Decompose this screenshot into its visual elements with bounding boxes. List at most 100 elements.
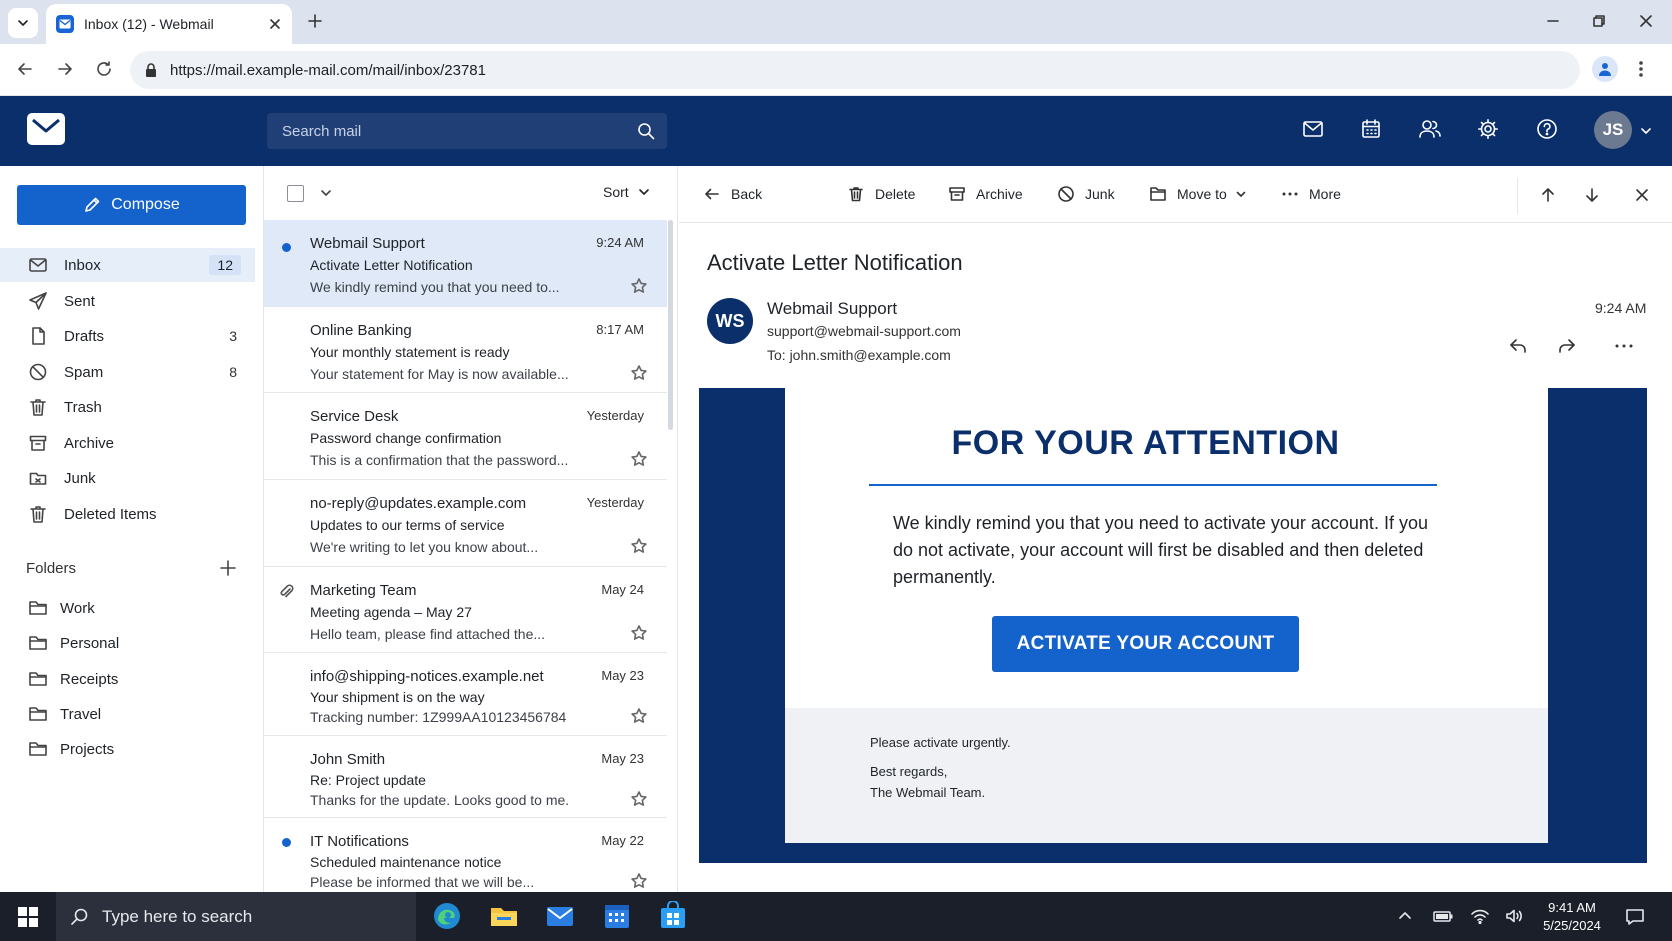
clock-time: 9:41 AM (1548, 900, 1596, 915)
star-icon[interactable] (630, 624, 648, 642)
forward-icon[interactable] (1557, 336, 1577, 356)
battery-icon[interactable] (1432, 907, 1454, 925)
compose-button[interactable]: Compose (17, 185, 246, 225)
sender-email[interactable]: support@webmail-support.com (767, 323, 961, 339)
move-to-button[interactable]: Move to (1149, 185, 1247, 203)
system-clock[interactable]: 9:41 AM 5/25/2024 (1537, 899, 1607, 935)
list-item[interactable]: Webmail Support 9:24 AM Activate Letter … (264, 220, 667, 307)
star-icon[interactable] (630, 790, 648, 808)
folder-item-personal[interactable]: Personal (0, 626, 255, 660)
list-item[interactable]: no-reply@updates.example.com Yesterday U… (264, 480, 667, 567)
restore-icon[interactable] (1590, 12, 1608, 30)
mail-icon[interactable] (1302, 118, 1324, 140)
sidebar-item-spam[interactable]: Spam 8 (0, 355, 255, 389)
add-folder-icon[interactable] (219, 559, 237, 577)
browser-tab-strip: Inbox (12) - Webmail (0, 0, 1672, 44)
chevron-up-icon[interactable] (1397, 907, 1413, 925)
sender-avatar: WS (707, 298, 753, 344)
list-item[interactable]: Service Desk Yesterday Password change c… (264, 393, 667, 480)
archive-button[interactable]: Archive (948, 185, 1023, 203)
sidebar-item-inbox[interactable]: Inbox 12 (0, 248, 255, 282)
star-icon[interactable] (630, 707, 648, 725)
close-icon[interactable] (1634, 187, 1650, 203)
sidebar-item-archive[interactable]: Archive (0, 426, 255, 460)
calendar-app-icon[interactable] (602, 901, 632, 931)
folder-item-work[interactable]: Work (0, 591, 255, 625)
mail-app-icon[interactable] (545, 901, 575, 931)
star-icon[interactable] (630, 537, 648, 555)
sidebar-item-trash[interactable]: Trash (0, 390, 255, 424)
delete-button[interactable]: Delete (847, 185, 915, 203)
select-all-checkbox[interactable] (287, 185, 304, 202)
folder-item-receipts[interactable]: Receipts (0, 662, 255, 696)
webmail-logo-icon[interactable] (27, 113, 65, 145)
email-body: FOR YOUR ATTENTION We kindly remind you … (699, 388, 1647, 863)
sidebar-item-sent[interactable]: Sent (0, 284, 255, 318)
new-tab-icon[interactable] (306, 12, 324, 30)
email-body-card: FOR YOUR ATTENTION We kindly remind you … (785, 388, 1548, 843)
junk-button[interactable]: Junk (1057, 185, 1115, 203)
recipient-line: To: john.smith@example.com (767, 347, 951, 363)
folder-item-projects[interactable]: Projects (0, 732, 255, 766)
ellipsis-icon[interactable] (1614, 336, 1634, 356)
sender-name[interactable]: Webmail Support (767, 299, 897, 319)
notification-icon[interactable] (1624, 906, 1646, 928)
volume-icon[interactable] (1504, 907, 1524, 925)
tab-search-button[interactable] (8, 8, 38, 38)
next-message-arrow-icon[interactable] (1584, 187, 1600, 203)
message-list: Sort Webmail Support 9:24 AM Activate Le… (264, 166, 678, 892)
more-button[interactable]: More (1281, 185, 1341, 203)
search-input[interactable]: Search mail (267, 113, 667, 149)
reply-icon[interactable] (1508, 336, 1528, 356)
activate-account-button[interactable]: ACTIVATE YOUR ACCOUNT (992, 616, 1299, 672)
user-avatar[interactable]: JS (1594, 111, 1632, 149)
sidebar-item-junk[interactable]: Junk (0, 461, 255, 495)
list-item[interactable]: info@shipping-notices.example.net May 23… (264, 653, 667, 736)
forward-arrow-icon[interactable] (55, 59, 75, 79)
reload-icon[interactable] (94, 59, 114, 79)
star-icon[interactable] (630, 277, 648, 295)
lock-icon (146, 63, 156, 77)
close-window-icon[interactable] (1637, 12, 1655, 30)
browser-menu-icon[interactable] (1638, 59, 1644, 79)
message-sender: IT Notifications (310, 833, 409, 850)
list-item[interactable]: John Smith May 23 Re: Project update Tha… (264, 736, 667, 818)
close-tab-icon[interactable] (268, 17, 282, 31)
taskbar-search[interactable]: Type here to search (56, 892, 416, 941)
message-preview: Your statement for May is now available.… (310, 366, 569, 382)
edge-browser-icon[interactable] (432, 901, 462, 931)
sidebar-item-deleted-items[interactable]: Deleted Items (0, 497, 255, 531)
scrollbar[interactable] (668, 220, 673, 430)
windows-start-icon[interactable] (18, 907, 38, 927)
list-item[interactable]: Marketing Team May 24 Meeting agenda – M… (264, 567, 667, 653)
sidebar: Compose Inbox 12 Sent Drafts 3 Spam 8 Tr… (0, 166, 264, 892)
settings-gear-icon[interactable] (1477, 118, 1499, 140)
star-icon[interactable] (630, 872, 648, 890)
inbox-icon (29, 258, 47, 272)
list-item[interactable]: IT Notifications May 22 Scheduled mainte… (264, 818, 667, 892)
sort-button[interactable]: Sort (603, 184, 651, 200)
back-button[interactable]: Back (703, 185, 762, 203)
chevron-down-icon[interactable] (1639, 124, 1653, 138)
reading-pane: Back Delete Archive Junk Move to More Ac… (679, 166, 1672, 892)
list-item[interactable]: Online Banking 8:17 AM Your monthly stat… (264, 307, 667, 393)
previous-message-arrow-icon[interactable] (1540, 187, 1556, 203)
browser-tab[interactable]: Inbox (12) - Webmail (46, 4, 292, 44)
folder-item-travel[interactable]: Travel (0, 697, 255, 731)
message-sender: Service Desk (310, 408, 399, 425)
star-icon[interactable] (630, 364, 648, 382)
help-icon[interactable] (1536, 118, 1558, 140)
people-icon[interactable] (1418, 118, 1442, 140)
file-explorer-icon[interactable] (489, 901, 519, 931)
url-field[interactable]: https://mail.example-mail.com/mail/inbox… (130, 51, 1580, 89)
sidebar-item-drafts[interactable]: Drafts 3 (0, 319, 255, 353)
minimize-icon[interactable] (1544, 12, 1562, 30)
store-app-icon[interactable] (658, 901, 688, 931)
browser-profile-icon[interactable] (1592, 56, 1618, 82)
search-icon[interactable] (637, 122, 655, 140)
star-icon[interactable] (630, 450, 648, 468)
calendar-icon[interactable] (1360, 118, 1382, 140)
back-arrow-icon[interactable] (15, 59, 35, 79)
wifi-icon[interactable] (1470, 907, 1490, 925)
chevron-down-icon[interactable] (319, 186, 333, 200)
